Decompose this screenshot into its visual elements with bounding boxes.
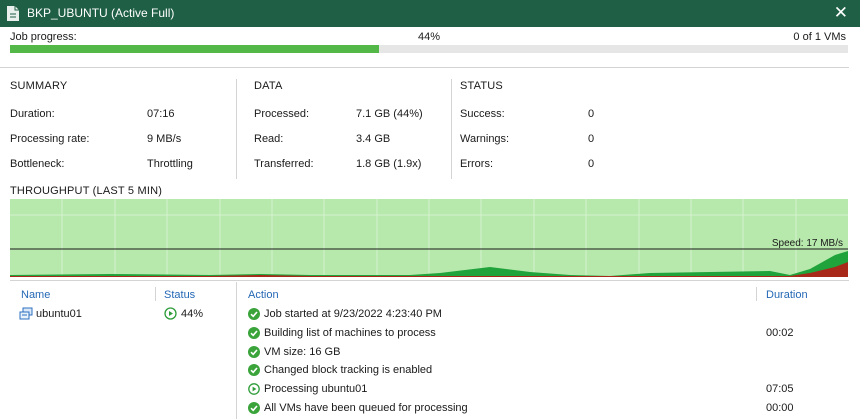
duration-label: Duration: [10,108,55,120]
vm-status-header[interactable]: Status [164,289,195,301]
job-progress-fill [10,45,379,53]
divider [0,67,849,68]
job-progress-bar [10,45,848,53]
running-icon [164,307,177,320]
document-icon [7,6,19,21]
job-progress-label: Job progress: [10,31,77,43]
log-row[interactable]: VM size: 16 GB [246,345,841,362]
log-action: Building list of machines to process [264,326,436,339]
duration-value: 07:16 [147,108,175,120]
vm-row-ubuntu01[interactable]: ubuntu01 44% [18,306,230,324]
summary-title: SUMMARY [10,80,68,92]
divider [236,282,237,419]
processed-label: Processed: [254,108,310,120]
job-progress-percent: 44% [418,31,441,43]
column-separator [756,287,757,301]
status-title: STATUS [460,80,503,92]
close-icon[interactable]: ✕ [834,3,848,23]
throughput-chart: Speed: 17 MB/s [10,199,848,277]
bottleneck-label: Bottleneck: [10,158,65,170]
log-row[interactable]: Job started at 9/23/2022 4:23:40 PM [246,307,841,324]
running-icon [248,383,260,398]
warnings-label: Warnings: [460,133,510,145]
vm-count: 0 of 1 VMs [793,31,846,43]
log-action: Changed block tracking is enabled [264,364,433,377]
errors-value: 0 [588,158,595,170]
errors-label: Errors: [460,158,493,170]
column-separator [155,287,156,301]
log-action: Job started at 9/23/2022 4:23:40 PM [264,308,442,320]
action-header[interactable]: Action [248,289,279,301]
vm-status: 44% [181,308,204,320]
success-icon [248,364,260,379]
window-title: BKP_UBUNTU (Active Full) [27,6,175,20]
log-row[interactable]: Building list of machines to process 00:0… [246,326,841,343]
success-icon [248,326,260,342]
vertical-scrollbar[interactable] [849,27,860,419]
transferred-label: Transferred: [254,158,314,170]
speed-label: Speed: 17 MB/s [772,238,843,249]
success-icon [248,308,260,323]
read-value: 3.4 GB [356,133,391,145]
processing-rate-value: 9 MB/s [147,133,182,145]
vm-name: ubuntu01 [36,308,82,320]
divider [236,79,237,179]
vm-icon [19,307,33,320]
processed-value: 7.1 GB (44%) [356,108,423,120]
log-row[interactable]: Changed block tracking is enabled [246,363,841,380]
log-duration: 00:00 [766,402,794,414]
log-action: VM size: 16 GB [264,345,341,358]
log-row[interactable]: Processing ubuntu01 07:05 [246,382,841,399]
data-title: DATA [254,80,283,92]
divider [451,79,452,179]
success-value: 0 [588,108,595,120]
vm-name-header[interactable]: Name [21,289,50,301]
success-label: Success: [460,108,505,120]
log-action: All VMs have been queued for processing [264,402,468,414]
log-duration: 07:05 [766,383,794,396]
duration-header[interactable]: Duration [766,289,808,301]
bottleneck-value: Throttling [147,158,193,170]
log-row[interactable]: All VMs have been queued for processing 0… [246,401,841,418]
transferred-value: 1.8 GB (1.9x) [356,158,422,170]
warnings-value: 0 [588,133,595,145]
throughput-title: THROUGHPUT (LAST 5 MIN) [10,185,163,197]
divider [10,280,849,281]
log-duration: 00:02 [766,326,794,339]
read-label: Read: [254,133,284,145]
log-action: Processing ubuntu01 [264,383,368,396]
title-bar: BKP_UBUNTU (Active Full) ✕ [0,0,860,27]
success-icon [248,345,260,361]
processing-rate-label: Processing rate: [10,133,90,145]
success-icon [248,402,260,417]
